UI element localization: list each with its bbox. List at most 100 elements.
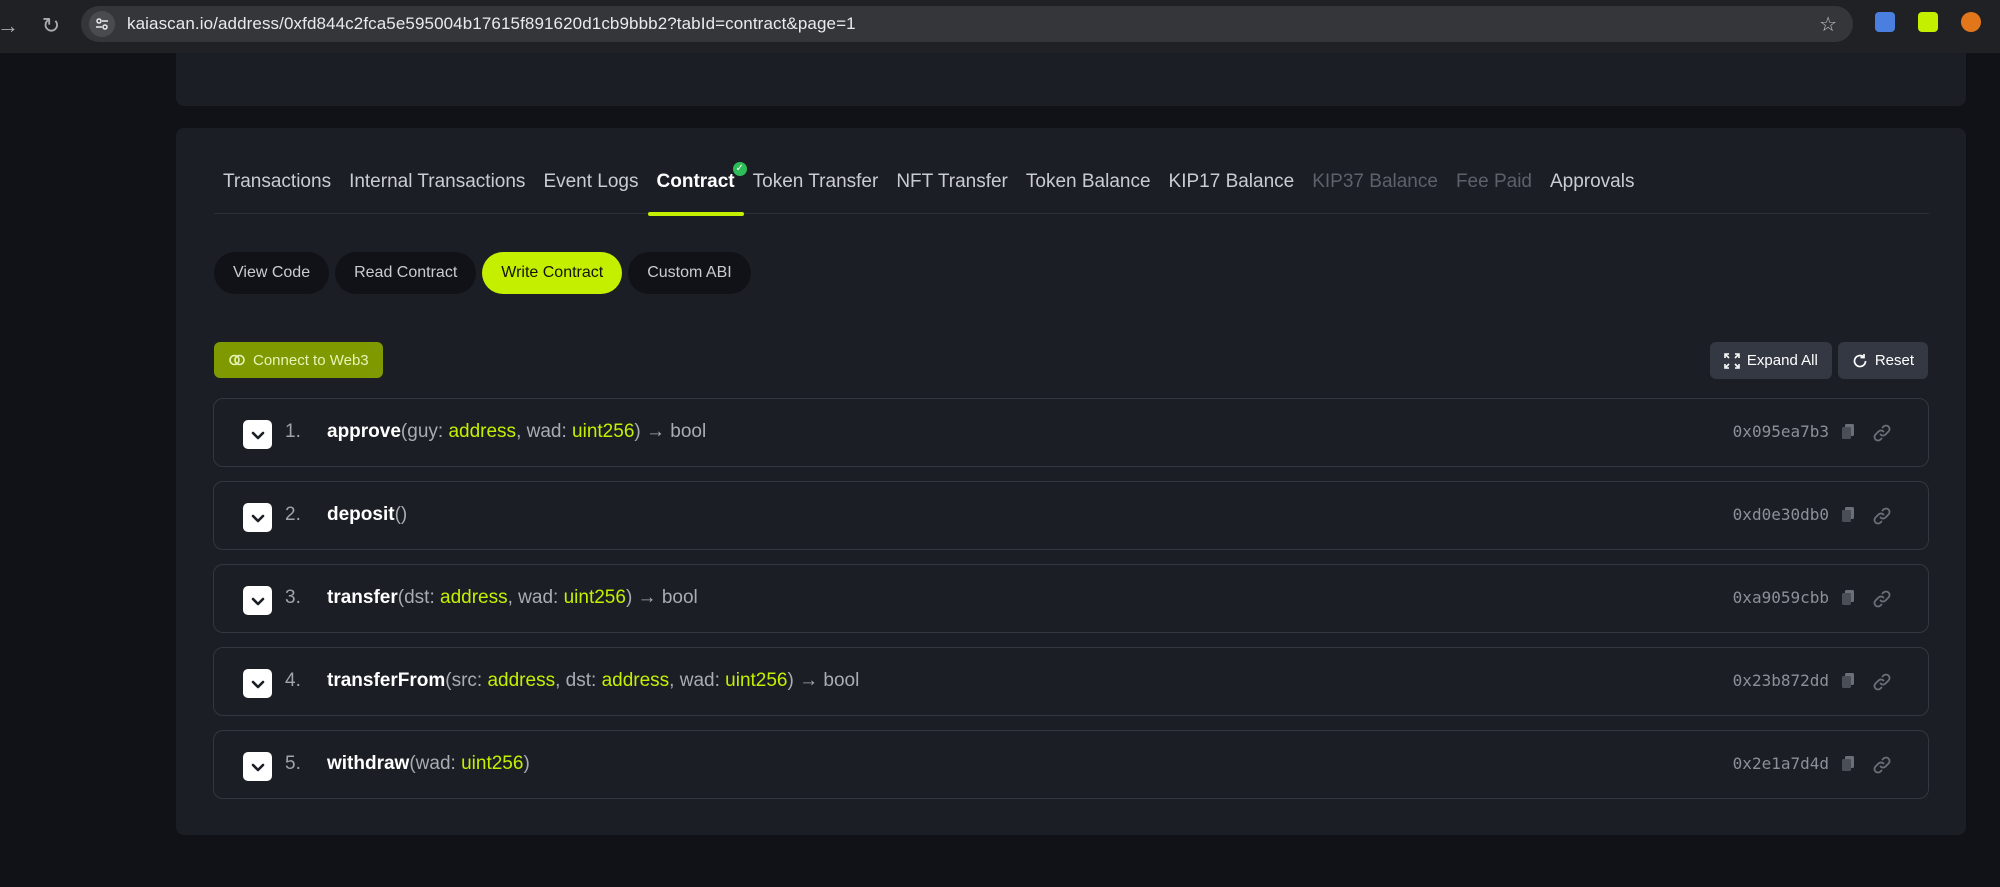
expand-all-label: Expand All [1746, 352, 1818, 369]
tab-fee-paid: Fee Paid [1447, 168, 1541, 214]
function-selector: 0x23b872dd [1732, 671, 1829, 690]
tab-approvals[interactable]: Approvals [1541, 168, 1644, 214]
copy-icon[interactable] [1840, 755, 1856, 773]
param-type: uint256 [725, 670, 788, 691]
subtab-view-code[interactable]: View Code [214, 252, 330, 294]
translate-extension-icon[interactable] [1875, 12, 1895, 32]
link-icon[interactable] [1872, 589, 1892, 609]
chevron-down-icon[interactable] [243, 420, 272, 449]
subtab-custom-abi[interactable]: Custom ABI [628, 252, 751, 294]
tab-label: Approvals [1549, 171, 1635, 192]
chevron-down-icon[interactable] [243, 752, 272, 781]
tab-token-transfer[interactable]: Token Transfer [744, 168, 888, 214]
function-name: approve [327, 421, 401, 442]
tab-kip17-balance[interactable]: KIP17 Balance [1160, 168, 1304, 214]
tab-label: KIP37 Balance [1312, 171, 1438, 192]
return-type: bool [661, 587, 698, 608]
copy-icon[interactable] [1840, 506, 1856, 524]
param-type: uint256 [572, 421, 635, 442]
function-selector: 0x2e1a7d4d [1732, 754, 1829, 773]
copy-icon[interactable] [1840, 672, 1856, 690]
chevron-down-icon[interactable] [243, 669, 272, 698]
link-icon[interactable] [1872, 506, 1892, 526]
param-name: src [451, 670, 477, 691]
address-overview-card [176, 53, 1966, 106]
contract-subtabs: View Code Read Contract Write Contract Cust… [214, 252, 751, 294]
chevron-down-icon[interactable] [243, 503, 272, 532]
function-signature: withdraw(wad: uint256) [327, 753, 530, 774]
tab-nft-transfer[interactable]: NFT Transfer [887, 168, 1017, 214]
address-tabs: Transactions Internal Transactions Event L… [214, 162, 1929, 216]
tab-label: Token Transfer [752, 171, 879, 192]
tab-label: NFT Transfer [896, 171, 1008, 192]
contract-panel: Transactions Internal Transactions Event L… [176, 128, 1966, 835]
param-type: address [487, 670, 556, 691]
function-row-deposit[interactable]: 2. deposit() 0xd0e30db0 [213, 481, 1929, 550]
tab-kip37-balance: KIP37 Balance [1303, 168, 1447, 214]
reset-label: Reset [1874, 352, 1914, 369]
forward-icon[interactable]: → [0, 12, 22, 40]
link-icon[interactable] [1872, 672, 1892, 692]
function-number: 5. [285, 753, 301, 774]
expand-all-button[interactable]: Expand All [1709, 342, 1832, 379]
param-type: address [440, 587, 508, 608]
tab-transactions[interactable]: Transactions [214, 168, 340, 214]
function-number: 1. [285, 421, 301, 442]
address-bar[interactable]: kaiascan.io/address/0xfd844c2fca5e595004… [81, 6, 1853, 42]
param-name: dst [565, 670, 591, 691]
subtab-read-contract[interactable]: Read Contract [335, 252, 477, 294]
function-name: deposit [327, 504, 395, 525]
tab-label: KIP17 Balance [1168, 171, 1295, 192]
function-number: 3. [285, 587, 301, 608]
reset-button[interactable]: Reset [1837, 342, 1928, 379]
reset-icon [1853, 353, 1867, 367]
tab-label: Contract [656, 171, 735, 192]
tab-label: Fee Paid [1455, 171, 1532, 192]
list-actions: Expand All Reset [1709, 342, 1928, 379]
function-signature: deposit() [327, 504, 408, 525]
copy-icon[interactable] [1840, 423, 1856, 441]
tab-event-logs[interactable]: Event Logs [534, 168, 647, 214]
link-icon [229, 354, 245, 366]
tab-contract[interactable]: Contract ✓ [647, 162, 747, 216]
tab-internal-transactions[interactable]: Internal Transactions [340, 168, 534, 214]
param-name: wad [415, 753, 451, 774]
expand-icon [1724, 352, 1740, 369]
function-row-transferFrom[interactable]: 4. transferFrom(src: address, dst: addres… [213, 647, 1929, 716]
url-text: kaiascan.io/address/0xfd844c2fca5e595004… [127, 14, 856, 33]
tab-label: Internal Transactions [349, 171, 526, 192]
wallet-extension-icon[interactable] [1918, 12, 1938, 32]
tab-label: Token Balance [1025, 171, 1151, 192]
site-settings-icon[interactable] [89, 11, 115, 37]
return-type: bool [670, 421, 707, 442]
bookmark-star-icon[interactable]: ☆ [1819, 12, 1837, 37]
param-type: address [601, 670, 670, 691]
param-type: uint256 [461, 753, 524, 774]
function-row-approve[interactable]: 1. approve(guy: address, wad: uint256) → … [213, 398, 1929, 467]
function-signature: approve(guy: address, wad: uint256) → bo… [327, 421, 707, 442]
function-name: transfer [327, 587, 398, 608]
function-signature: transferFrom(src: address, dst: address,… [327, 670, 860, 691]
function-row-transfer[interactable]: 3. transfer(dst: address, wad: uint256) →… [213, 564, 1929, 633]
browser-toolbar: → ↻ kaiascan.io/address/0xfd844c2fca5e59… [0, 0, 2000, 53]
function-number: 2. [285, 504, 301, 525]
param-name: dst [404, 587, 430, 608]
tab-label: Event Logs [543, 171, 639, 192]
function-name: withdraw [327, 753, 410, 774]
function-name: transferFrom [327, 670, 446, 691]
param-name: wad [679, 670, 715, 691]
connect-web3-button[interactable]: Connect to Web3 [214, 342, 383, 378]
chevron-down-icon[interactable] [243, 586, 272, 615]
write-function-list: 1. approve(guy: address, wad: uint256) → … [213, 398, 1929, 813]
copy-icon[interactable] [1840, 589, 1856, 607]
function-selector: 0xd0e30db0 [1732, 505, 1829, 524]
function-row-withdraw[interactable]: 5. withdraw(wad: uint256) 0x2e1a7d4d [213, 730, 1929, 799]
param-name: wad [526, 421, 562, 442]
reload-icon[interactable]: ↻ [37, 12, 65, 40]
link-icon[interactable] [1872, 423, 1892, 443]
metamask-extension-icon[interactable] [1961, 12, 1981, 32]
subtab-write-contract[interactable]: Write Contract [482, 252, 623, 294]
link-icon[interactable] [1872, 755, 1892, 775]
param-name: guy [407, 421, 438, 442]
tab-token-balance[interactable]: Token Balance [1017, 168, 1160, 214]
